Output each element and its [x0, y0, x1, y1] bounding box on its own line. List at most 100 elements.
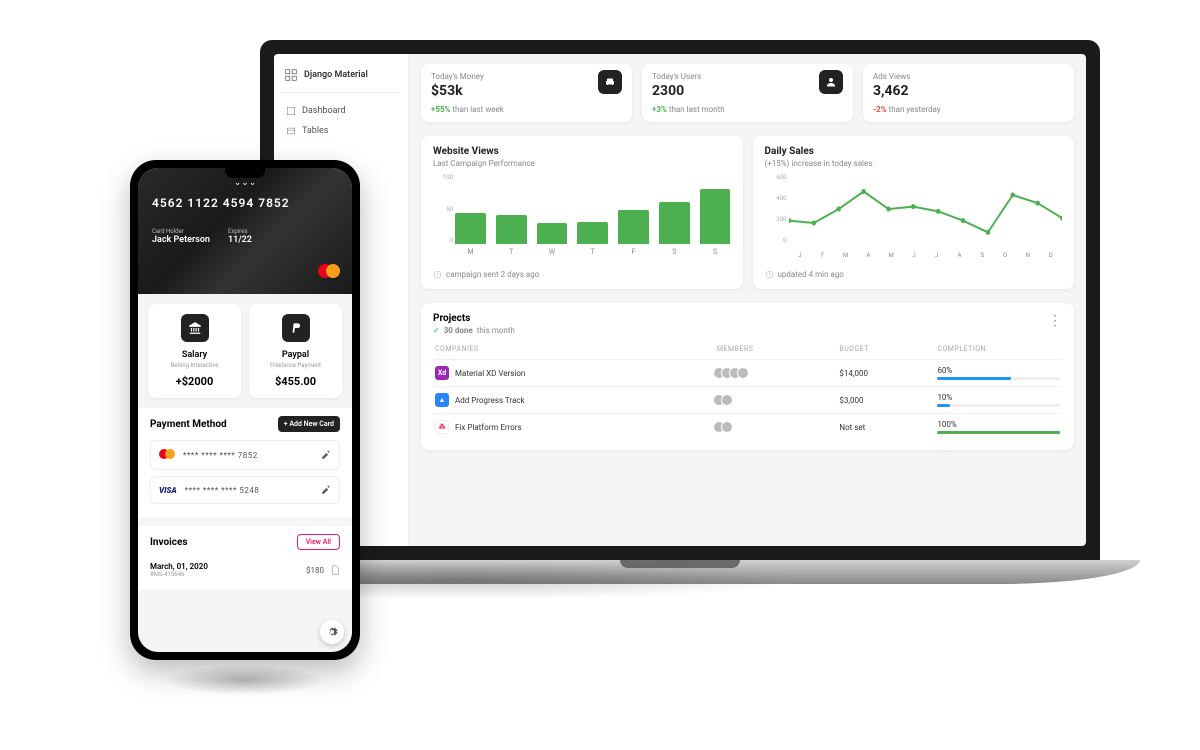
phone-notch [225, 168, 265, 178]
dashboard-icon [284, 68, 298, 82]
company-name: Fix Platform Errors [455, 423, 522, 432]
table-header: COMPANIES MEMBERS BUDGET COMPLETION [433, 345, 1062, 359]
budget: $3,000 [839, 396, 937, 405]
table-row[interactable]: ▲Add Progress Track$3,00010% [433, 386, 1062, 413]
salary-block[interactable]: Salary Belong Interactive +$2000 [148, 304, 241, 398]
stat-label: Today's Users [652, 72, 843, 81]
view-all-button[interactable]: View All [297, 534, 340, 550]
stat-card-ads: Ads Views 3,462 -2% than yesterday [863, 64, 1074, 122]
check-icon: ✓ [433, 326, 440, 335]
bar [455, 213, 486, 245]
credit-card: ⌄⌄⌄ 4562 1122 4594 7852 Card Holder Jack… [138, 168, 352, 294]
summary-blocks: Salary Belong Interactive +$2000 Paypal … [138, 294, 352, 408]
table-row[interactable]: ⁂ Fix Platform Errors Not set100% [433, 413, 1062, 440]
chart-card-website-views: Website Views Last Campaign Performance … [421, 136, 743, 289]
clock-icon [765, 270, 774, 279]
phone-mockup: ⌄⌄⌄ 4562 1122 4594 7852 Card Holder Jack… [130, 160, 360, 660]
members [717, 367, 840, 379]
edit-icon[interactable] [321, 485, 331, 495]
completion: 60% [937, 366, 1060, 380]
completion: 100% [937, 420, 1060, 434]
company-name: Add Progress Track [455, 396, 525, 405]
bar [659, 202, 690, 244]
invoice-row[interactable]: March, 01, 2020 #MS-415646 $180 [150, 558, 340, 582]
payment-card-row[interactable]: **** **** **** 7852 [150, 440, 340, 470]
bar [700, 189, 731, 244]
payment-method-section: Payment Method + Add New Card **** **** … [138, 408, 352, 518]
bar [537, 223, 568, 244]
sidebar-item-tables[interactable]: Tables [282, 121, 400, 141]
wifi-icon: ⌄⌄⌄ [234, 178, 257, 188]
edit-icon[interactable] [321, 450, 331, 460]
invoice-date: March, 01, 2020 [150, 562, 208, 571]
company-icon: Xd [435, 366, 449, 380]
laptop-bezel: Django Material Dashboard Tables Today's… [260, 40, 1100, 560]
phone-shadow [165, 665, 325, 695]
paypal-block[interactable]: Paypal Freelance Payment $455.00 [249, 304, 342, 398]
y-axis: 6004002000 [765, 174, 787, 244]
more-menu-button[interactable]: ⋮ [1048, 313, 1062, 329]
avatar [737, 367, 749, 379]
charts-row: Website Views Last Campaign Performance … [421, 136, 1074, 289]
stat-label: Today's Money [431, 72, 622, 81]
projects-table: COMPANIES MEMBERS BUDGET COMPLETION Xd Ma… [433, 345, 1062, 440]
invoices-section: Invoices View All March, 01, 2020 #MS-41… [138, 526, 352, 590]
chart-subtitle: Last Campaign Performance [433, 159, 731, 168]
budget: Not set [839, 423, 937, 432]
company-icon: ▲ [435, 393, 449, 407]
stat-value: 3,462 [873, 83, 1064, 99]
gear-icon [326, 626, 338, 638]
bar [496, 215, 527, 244]
card-meta: Card Holder Jack Peterson Expires 11/22 [152, 228, 338, 245]
invoice-id: #MS-415646 [150, 571, 208, 578]
mastercard-icon [318, 263, 340, 282]
main-content: Today's Money $53k +55% than last week T… [409, 54, 1086, 546]
avatar [721, 421, 733, 433]
chart-footer: updated 4 min ago [765, 270, 1063, 279]
stat-card-users: Today's Users 2300 +3% than last month [642, 64, 853, 122]
block-title: Paypal [255, 350, 336, 360]
avatar [721, 394, 733, 406]
stat-change: +55% than last week [431, 105, 622, 114]
stat-value: $53k [431, 83, 622, 99]
nav-label: Tables [302, 126, 328, 136]
tables-nav-icon [286, 126, 296, 136]
card-number: 4562 1122 4594 7852 [152, 196, 338, 210]
sidebar-item-dashboard[interactable]: Dashboard [282, 101, 400, 121]
paypal-icon [282, 314, 310, 342]
brand-label: Django Material [304, 70, 368, 80]
budget: $14,000 [839, 369, 937, 378]
block-value: $455.00 [255, 375, 336, 388]
chart-subtitle: (+15%) increase in today sales. [765, 159, 1063, 168]
stats-row: Today's Money $53k +55% than last week T… [421, 64, 1074, 122]
company-icon: ⁂ [435, 420, 449, 434]
projects-title: Projects [433, 313, 515, 324]
bank-icon [181, 314, 209, 342]
table-row[interactable]: Xd Material XD Version $14,00060% [433, 359, 1062, 386]
line-chart: 6004002000 JFMAMJJASOND [765, 174, 1063, 264]
members [717, 421, 840, 433]
stat-change: -2% than yesterday [873, 105, 1064, 114]
block-value: +$2000 [154, 375, 235, 388]
chart-card-daily-sales: Daily Sales (+15%) increase in today sal… [753, 136, 1075, 289]
block-title: Salary [154, 350, 235, 360]
phone-screen: ⌄⌄⌄ 4562 1122 4594 7852 Card Holder Jack… [138, 168, 352, 652]
person-icon [819, 70, 843, 94]
add-card-button[interactable]: + Add New Card [278, 416, 340, 432]
brand[interactable]: Django Material [282, 64, 400, 93]
card-mask: **** **** **** 7852 [183, 451, 313, 460]
payment-card-row[interactable]: VISA **** **** **** 5248 [150, 476, 340, 504]
card-mask: **** **** **** 5248 [185, 486, 313, 495]
section-title: Payment Method [150, 419, 227, 430]
company-name: Material XD Version [455, 369, 525, 378]
pdf-icon[interactable] [330, 565, 340, 575]
section-title: Invoices [150, 537, 188, 548]
invoice-amount: $180 [306, 566, 324, 575]
projects-card: Projects ✓ 30 done this month ⋮ COMPANIE… [421, 303, 1074, 450]
stat-label: Ads Views [873, 72, 1064, 81]
members [717, 394, 840, 406]
stat-change: +3% than last month [652, 105, 843, 114]
settings-fab[interactable] [320, 620, 344, 644]
bar [618, 210, 649, 244]
visa-icon: VISA [159, 486, 177, 495]
